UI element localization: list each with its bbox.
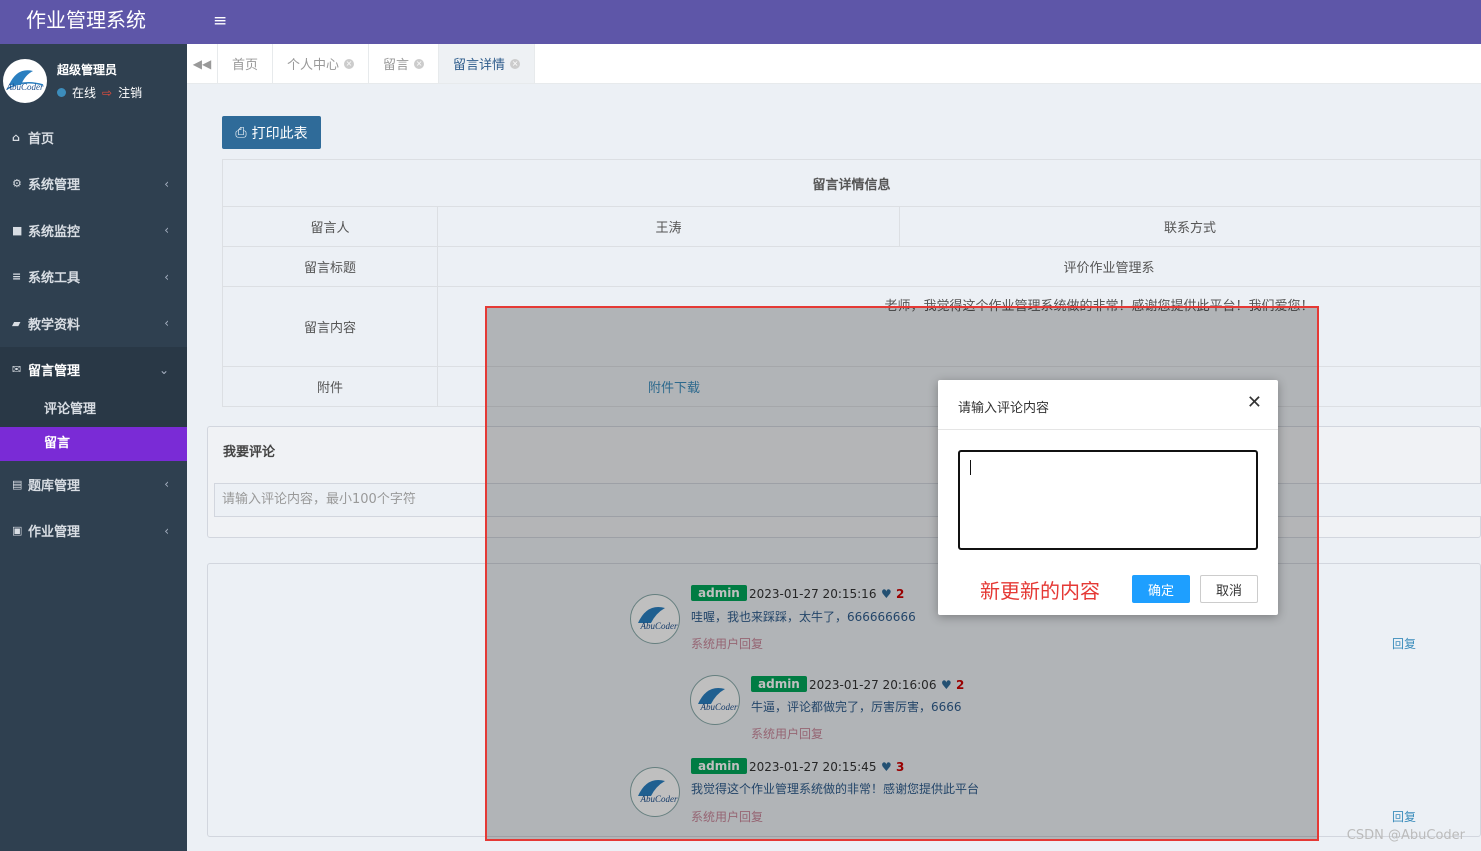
author-value: 王涛: [437, 206, 900, 247]
print-button[interactable]: ⎙ 打印此表: [222, 116, 321, 149]
chevron-left-icon: ‹: [164, 223, 169, 238]
sidebar-menu: ⌂ 首页 ⚙ 系统管理 ‹ ■ 系统监控 ‹ ≡ 系统工具 ‹ ▰ 教学资料 ‹ ✉ 留言管理 ⌄ 评…: [0, 114, 187, 554]
gear-icon: ⚙: [12, 177, 22, 191]
tab-messages[interactable]: 留言 ×: [369, 44, 440, 83]
comment-form-title: 我要评论: [223, 445, 276, 460]
tab-label: 留言详情: [453, 58, 506, 73]
tab-close-icon[interactable]: ×: [414, 58, 425, 69]
tab-label: 留言: [383, 58, 410, 73]
hamburger-menu-icon[interactable]: ≡: [213, 11, 227, 31]
chevron-left-icon: ‹: [164, 523, 169, 538]
sidebar-item-label: 系统管理: [28, 178, 81, 194]
attachment-label: 附件: [222, 366, 438, 407]
chevron-left-icon: ‹: [164, 269, 169, 284]
book-icon: ▤: [12, 477, 23, 491]
printer-icon: ⎙: [235, 124, 247, 141]
subject-value: 评价作业管理系: [437, 246, 1481, 287]
tab-message-detail[interactable]: 留言详情 ×: [439, 44, 536, 83]
id-card-icon: ▣: [12, 524, 23, 538]
sidebar-subitem-messages[interactable]: 留言: [0, 427, 187, 461]
content-label: 留言内容: [222, 286, 438, 367]
sidebar-item-tools[interactable]: ≡ 系统工具 ‹: [0, 254, 187, 301]
tab-profile[interactable]: 个人中心 ×: [273, 44, 370, 83]
tab-scroll-left-icon[interactable]: ◀◀: [187, 44, 218, 83]
user-status: 在线 ⇨ 注销: [57, 84, 142, 101]
sidebar-submenu: 评论管理 留言: [0, 393, 187, 461]
avatar-logo-text: AbuCoder: [6, 82, 44, 92]
sidebar-item-label: 首页: [28, 131, 55, 147]
top-bar: ≡: [187, 0, 1481, 44]
sidebar-item-question-bank[interactable]: ▤ 题库管理 ‹: [0, 461, 187, 508]
chevron-left-icon: ‹: [164, 477, 169, 492]
reply-link[interactable]: 回复: [1392, 808, 1416, 825]
tab-bar: ◀◀ 首页 个人中心 × 留言 × 留言详情 ×: [187, 44, 1481, 84]
subject-label: 留言标题: [222, 246, 438, 287]
home-icon: ⌂: [12, 130, 20, 144]
sidebar: 作业管理系统 AbuCoder 超级管理员 在线 ⇨ 注销 ⌂ 首页 ⚙ 系统管理 ‹…: [0, 0, 187, 851]
tab-home[interactable]: 首页: [218, 44, 274, 83]
user-avatar: AbuCoder: [3, 59, 47, 103]
watermark: CSDN @AbuCoder: [1346, 828, 1465, 843]
user-name: 超级管理员: [57, 63, 118, 77]
sidebar-item-label: 系统工具: [28, 271, 81, 287]
annotation-text: 新更新的内容: [980, 579, 1100, 603]
chevron-left-icon: ‹: [164, 316, 169, 331]
sidebar-item-label: 作业管理: [28, 525, 81, 541]
dialog-title: 请输入评论内容: [958, 401, 1050, 416]
comment-dialog: 请输入评论内容 ✕ 新更新的内容 确定 取消: [938, 380, 1278, 615]
online-status: 在线: [72, 86, 97, 100]
cancel-button[interactable]: 取消: [1200, 575, 1258, 603]
text-caret: [970, 460, 971, 475]
sidebar-item-label: 教学资料: [28, 317, 81, 333]
sidebar-item-system[interactable]: ⚙ 系统管理 ‹: [0, 161, 187, 208]
comment-textarea[interactable]: [958, 450, 1258, 550]
dialog-divider: [938, 429, 1278, 430]
sidebar-item-messages[interactable]: ✉ 留言管理 ⌄: [0, 346, 187, 393]
author-label: 留言人: [222, 206, 438, 247]
sidebar-item-label: 题库管理: [28, 478, 81, 494]
folder-open-icon: ▰: [12, 316, 21, 330]
tab-close-icon[interactable]: ×: [510, 58, 521, 69]
video-camera-icon: ■: [12, 223, 23, 237]
detail-title: 留言详情信息: [222, 159, 1481, 207]
confirm-button[interactable]: 确定: [1132, 575, 1190, 603]
sidebar-item-home[interactable]: ⌂ 首页: [0, 114, 187, 161]
sidebar-item-materials[interactable]: ▰ 教学资料 ‹: [0, 300, 187, 347]
app-logo-title[interactable]: 作业管理系统: [0, 0, 187, 44]
tab-label: 个人中心: [287, 58, 340, 73]
tab-label: 首页: [232, 58, 259, 73]
online-dot-icon: [57, 88, 66, 97]
bars-icon: ≡: [12, 270, 22, 284]
tab-close-icon[interactable]: ×: [344, 58, 355, 69]
reply-link[interactable]: 回复: [1392, 635, 1416, 652]
chevron-down-icon: ⌄: [158, 362, 169, 377]
chevron-left-icon: ‹: [164, 176, 169, 191]
user-panel: AbuCoder 超级管理员 在线 ⇨ 注销: [0, 44, 187, 114]
sidebar-item-monitor[interactable]: ■ 系统监控 ‹: [0, 207, 187, 254]
close-icon[interactable]: ✕: [1247, 392, 1262, 413]
sidebar-item-homework[interactable]: ▣ 作业管理 ‹: [0, 508, 187, 555]
sidebar-item-label: 留言管理: [28, 364, 81, 380]
logout-link[interactable]: 注销: [118, 84, 142, 101]
sidebar-item-label: 系统监控: [28, 224, 81, 240]
sidebar-subitem-comments[interactable]: 评论管理: [0, 393, 187, 427]
envelope-open-icon: ✉: [12, 363, 22, 377]
contact-label: 联系方式: [899, 206, 1481, 247]
logout-icon[interactable]: ⇨: [102, 86, 112, 100]
print-button-label: 打印此表: [251, 125, 308, 142]
